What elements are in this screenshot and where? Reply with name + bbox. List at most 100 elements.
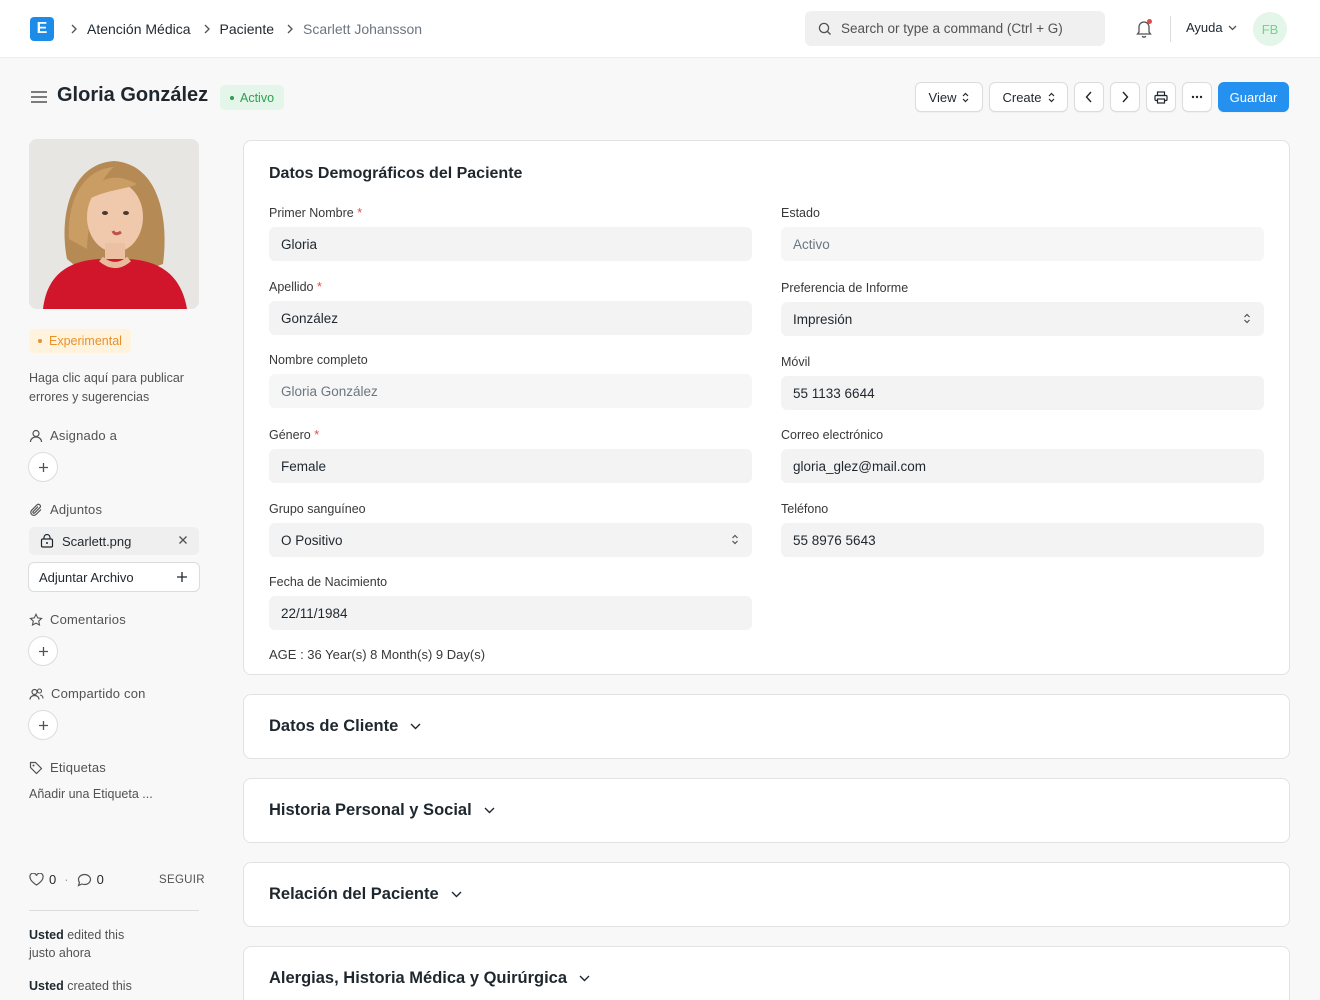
users-icon: [29, 687, 44, 700]
status-badge-label: Activo: [240, 90, 275, 105]
add-comment-button[interactable]: [28, 636, 58, 666]
full-name-field: Gloria González: [269, 374, 752, 408]
blood-group-value: O Positivo: [281, 532, 343, 548]
section-allergies-medical-history[interactable]: Alergias, Historia Médica y Quirúrgica: [243, 946, 1290, 1000]
printer-icon: [1154, 90, 1168, 104]
activity-action: created this: [63, 979, 132, 993]
plus-icon: [38, 462, 48, 472]
hamburger-menu-icon[interactable]: [30, 89, 48, 105]
email-field[interactable]: gloria_glez@mail.com: [781, 449, 1264, 483]
first-name-field[interactable]: Gloria: [269, 227, 752, 261]
last-name-field[interactable]: González: [269, 301, 752, 335]
gender-field[interactable]: Female: [269, 449, 752, 483]
search-placeholder: Search or type a command (Ctrl + G): [841, 21, 1063, 36]
experimental-indicator: Experimental: [29, 329, 131, 353]
tags-label: Etiquetas: [29, 760, 106, 775]
paperclip-icon: [30, 503, 42, 516]
status-field: Activo: [781, 227, 1264, 261]
notification-dot: [1147, 19, 1152, 24]
help-dropdown[interactable]: Ayuda: [1186, 20, 1237, 35]
help-label: Ayuda: [1186, 20, 1223, 35]
likes-comments: 0 · 0: [29, 872, 104, 887]
attach-file-button[interactable]: Adjuntar Archivo: [28, 562, 200, 592]
comment-bubble-icon[interactable]: [77, 873, 92, 887]
breadcrumb: Atención Médica Paciente Scarlett Johans…: [66, 0, 430, 58]
feedback-link[interactable]: Haga clic aquí para publicar errores y s…: [29, 369, 204, 407]
breadcrumb-doctype[interactable]: Paciente: [220, 21, 274, 37]
chevron-down-icon: [484, 807, 495, 814]
chevron-down-icon: [410, 723, 421, 730]
user-avatar[interactable]: FB: [1253, 12, 1287, 46]
lock-file-icon: [40, 534, 54, 548]
status-badge: Activo: [220, 85, 285, 110]
blood-group-select[interactable]: O Positivo: [269, 523, 752, 557]
save-button[interactable]: Guardar: [1218, 82, 1289, 112]
previous-record-button[interactable]: [1074, 82, 1104, 112]
plus-icon: [38, 720, 48, 730]
section-personal-social-history[interactable]: Historia Personal y Social: [243, 778, 1290, 843]
star-icon: [29, 612, 43, 626]
divider: [1170, 16, 1171, 42]
attachments-label: Adjuntos: [29, 502, 102, 517]
report-preference-select[interactable]: Impresión: [781, 302, 1264, 336]
search-icon: [818, 22, 831, 35]
section-customer-data[interactable]: Datos de Cliente: [243, 694, 1290, 759]
full-name-label: Nombre completo: [269, 353, 368, 367]
activity-item: Usted edited this justo ahora: [29, 926, 124, 962]
heart-icon[interactable]: [29, 873, 44, 886]
breadcrumb-current[interactable]: Scarlett Johansson: [303, 21, 422, 37]
add-tag-link[interactable]: Añadir una Etiqueta ...: [29, 785, 204, 804]
patient-photo[interactable]: [29, 139, 199, 309]
phone-field[interactable]: 55 8976 5643: [781, 523, 1264, 557]
attachment-item[interactable]: Scarlett.png: [29, 527, 199, 555]
plus-icon: [177, 572, 187, 582]
first-name-label: Primer Nombre *: [269, 206, 363, 220]
section-title[interactable]: Historia Personal y Social: [269, 801, 495, 820]
user-icon: [29, 429, 43, 442]
chevron-left-icon: [1085, 91, 1092, 103]
mobile-label: Móvil: [781, 355, 811, 369]
updown-icon: [962, 92, 969, 103]
email-label: Correo electrónico: [781, 428, 884, 442]
comment-count: 0: [96, 872, 104, 887]
remove-attachment-icon[interactable]: [178, 535, 188, 545]
add-share-button[interactable]: [28, 710, 58, 740]
status-label: Estado: [781, 206, 820, 220]
report-preference-value: Impresión: [793, 311, 853, 327]
next-record-button[interactable]: [1110, 82, 1140, 112]
section-title[interactable]: Datos de Cliente: [269, 717, 421, 736]
assigned-to-label: Asignado a: [29, 428, 117, 443]
search-input[interactable]: Search or type a command (Ctrl + G): [805, 11, 1105, 46]
dob-field[interactable]: 22/11/1984: [269, 596, 752, 630]
attachment-filename: Scarlett.png: [62, 533, 132, 549]
section-title[interactable]: Relación del Paciente: [269, 885, 462, 904]
updown-icon: [1048, 92, 1055, 103]
app-logo[interactable]: E: [30, 17, 54, 41]
view-button-label: View: [928, 89, 957, 105]
view-button[interactable]: View: [915, 82, 983, 112]
select-updown-icon: [1244, 313, 1250, 324]
more-actions-button[interactable]: [1182, 82, 1212, 112]
breadcrumb-module[interactable]: Atención Médica: [87, 21, 191, 37]
gender-label: Género *: [269, 428, 320, 442]
navbar: E Atención Médica Paciente Scarlett Joha…: [0, 0, 1320, 58]
plus-icon: [38, 646, 48, 656]
chevron-right-icon: [203, 24, 211, 34]
phone-label: Teléfono: [781, 502, 829, 516]
print-button[interactable]: [1146, 82, 1176, 112]
section-title[interactable]: Alergias, Historia Médica y Quirúrgica: [269, 969, 590, 988]
activity-action: edited this: [63, 928, 125, 942]
mobile-field[interactable]: 55 1133 6644: [781, 376, 1264, 410]
select-updown-icon: [732, 534, 738, 545]
create-button[interactable]: Create: [989, 82, 1068, 112]
add-assignee-button[interactable]: [28, 452, 58, 482]
follow-button[interactable]: SEGUIR: [159, 874, 205, 886]
section-patient-relation[interactable]: Relación del Paciente: [243, 862, 1290, 927]
page-title: Gloria González: [57, 84, 209, 106]
like-count: 0: [49, 872, 57, 887]
divider: [29, 910, 199, 911]
comments-label: Comentarios: [29, 612, 126, 627]
create-button-label: Create: [1002, 89, 1042, 105]
chevron-right-icon: [70, 24, 78, 34]
shared-with-label: Compartido con: [29, 686, 146, 701]
